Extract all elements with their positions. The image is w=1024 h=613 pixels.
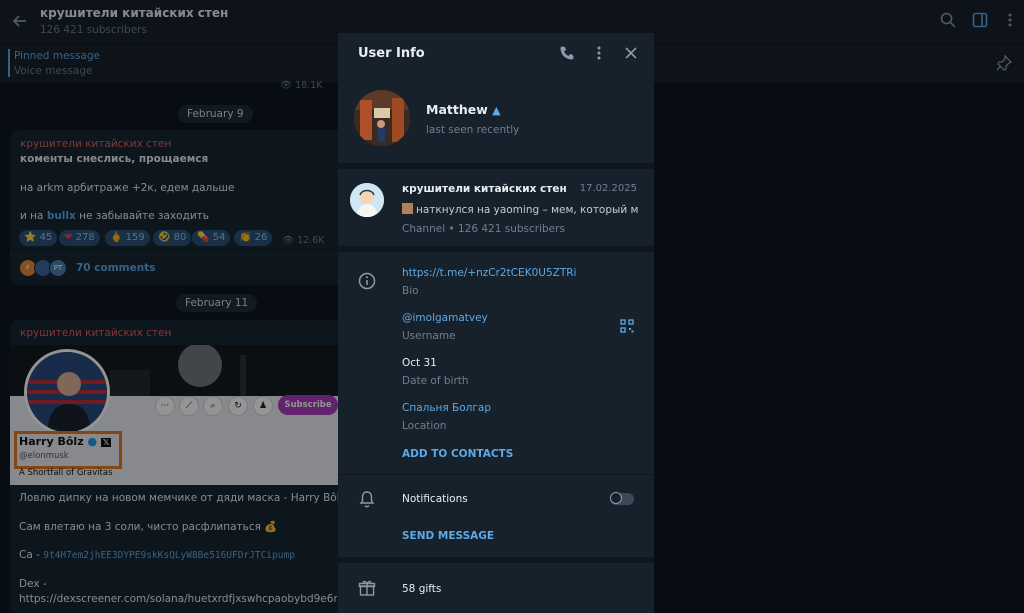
user-info-panel: User Info Matthew ▲ last seen recently к… bbox=[338, 33, 654, 613]
channel-subtitle: Channel • 126 421 subscribers bbox=[402, 223, 565, 235]
toggle-knob bbox=[610, 492, 622, 504]
thumbnail-icon bbox=[402, 203, 413, 214]
channel-date: 17.02.2025 bbox=[579, 183, 637, 194]
username-value[interactable]: @imolgamatvey bbox=[402, 312, 488, 324]
bell-icon bbox=[358, 490, 376, 508]
dob-label: Date of birth bbox=[402, 375, 469, 387]
bio-label: Bio bbox=[402, 285, 419, 297]
notifications-label: Notifications bbox=[402, 493, 468, 505]
location-label: Location bbox=[402, 420, 447, 432]
gifts-count[interactable]: 58 gifts bbox=[402, 583, 441, 595]
user-avatar[interactable] bbox=[354, 90, 410, 146]
send-message-button[interactable]: SEND MESSAGE bbox=[402, 530, 494, 542]
section-separator bbox=[338, 557, 654, 563]
premium-icon: ▲ bbox=[492, 104, 501, 117]
more-vertical-icon[interactable] bbox=[589, 45, 609, 65]
panel-title: User Info bbox=[358, 46, 425, 61]
user-status: last seen recently bbox=[426, 124, 520, 136]
channel-name[interactable]: крушители китайских стен bbox=[402, 183, 567, 195]
channel-avatar[interactable] bbox=[350, 183, 384, 217]
notifications-toggle[interactable] bbox=[610, 492, 634, 505]
add-to-contacts-button[interactable]: ADD TO CONTACTS bbox=[402, 448, 513, 460]
info-icon bbox=[358, 272, 376, 290]
dob-value: Oct 31 bbox=[402, 357, 437, 369]
user-name: Matthew ▲ bbox=[426, 102, 501, 117]
section-separator bbox=[338, 163, 654, 169]
divider bbox=[338, 474, 654, 475]
gift-icon bbox=[358, 579, 376, 597]
qr-code-icon[interactable] bbox=[619, 318, 635, 334]
close-icon[interactable] bbox=[621, 45, 641, 65]
username-label: Username bbox=[402, 330, 456, 342]
section-separator bbox=[338, 246, 654, 252]
bio-value[interactable]: https://t.me/+nzCr2tCEK0U5ZTRi bbox=[402, 267, 576, 279]
channel-last-message: наткнулся на yaoming – мем, который мн..… bbox=[402, 203, 638, 216]
location-value[interactable]: Спальня Болгар bbox=[402, 402, 491, 414]
phone-icon[interactable] bbox=[557, 45, 577, 65]
